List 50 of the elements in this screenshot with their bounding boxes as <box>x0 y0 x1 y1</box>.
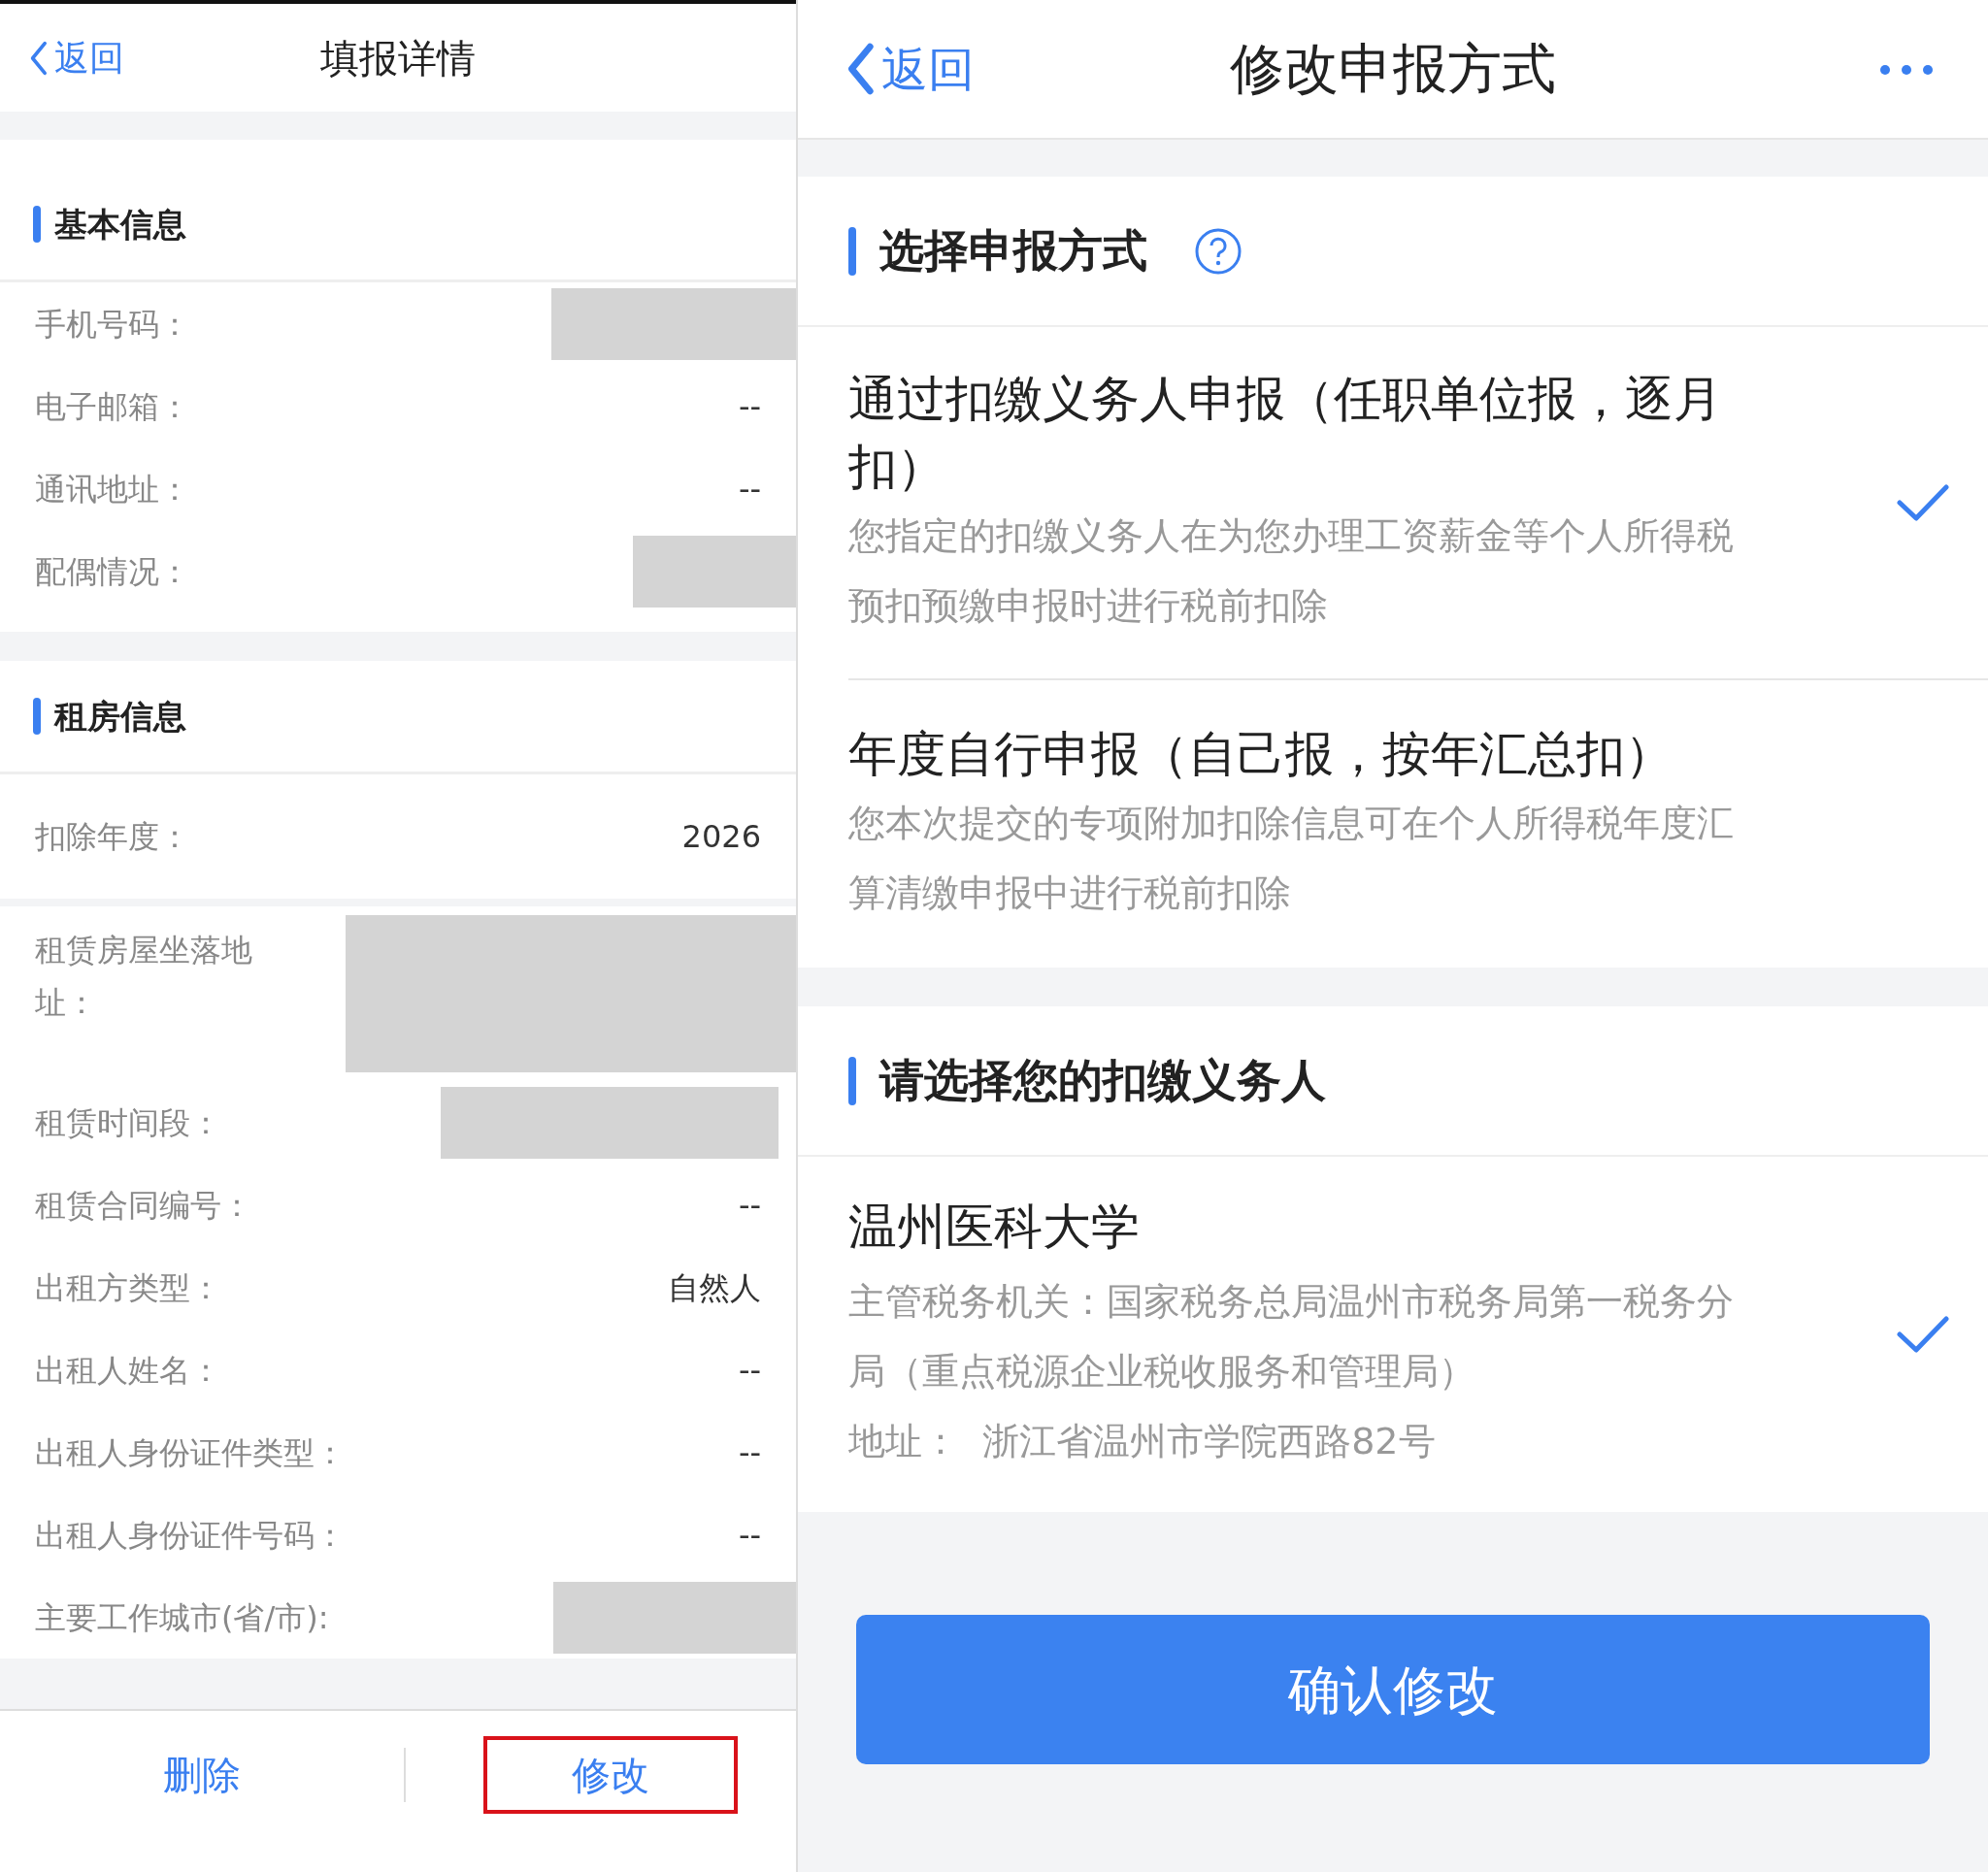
field-label: 租赁时间段： <box>35 1102 221 1143</box>
section-marker <box>848 226 856 276</box>
field-label: 配偶情况： <box>35 551 190 592</box>
option-check[interactable] <box>1897 483 1949 522</box>
field-label: 主要工作城市(省/市): <box>35 1597 329 1638</box>
checkmark-icon <box>1897 1315 1949 1354</box>
agent-check[interactable] <box>1897 1315 1949 1354</box>
option-title: 年度自行申报（自己报，按年汇总扣） <box>848 724 1674 784</box>
section-title: 租房信息 <box>54 695 186 738</box>
field-value: 2026 <box>681 817 762 857</box>
back-chevron-icon <box>29 40 49 76</box>
help-icon[interactable] <box>1194 226 1242 276</box>
back-link[interactable]: 返回 <box>29 31 124 84</box>
section-title: 选择申报方式 <box>879 223 1147 279</box>
field-label: 扣除年度： <box>35 817 190 857</box>
page-title: 修改申报方式 <box>1230 36 1556 102</box>
field-label: 出租方类型： <box>35 1267 221 1308</box>
option-description: 您指定的扣缴义务人在为您办理工资薪金等个人所得税预扣预缴申报时进行税前扣除 <box>848 512 1735 629</box>
section-title: 请选择您的扣缴义务人 <box>879 1053 1326 1108</box>
field-label: 租赁房屋坐落地址： <box>35 931 253 1024</box>
section-marker <box>33 206 41 243</box>
field-value: -- <box>738 1185 762 1226</box>
section-marker <box>848 1056 856 1105</box>
field-value: 自然人 <box>668 1267 762 1308</box>
field-label: 通讯地址： <box>35 469 190 509</box>
field-value: -- <box>738 1432 762 1473</box>
action-button[interactable]: 修改 <box>483 1736 738 1814</box>
section-title: 基本信息 <box>54 203 186 246</box>
back-chevron-icon <box>846 43 876 95</box>
field-label: 电子邮箱： <box>35 386 190 427</box>
option-description: 您本次提交的专项附加扣除信息可在个人所得税年度汇算清缴申报中进行税前扣除 <box>848 800 1735 916</box>
field-label: 出租人身份证件类型： <box>35 1432 346 1473</box>
confirm-button[interactable]: 确认修改 <box>856 1615 1930 1764</box>
field-value: -- <box>738 1515 762 1556</box>
agent-name: 温州医科大学 <box>848 1197 1141 1257</box>
field-label: 出租人姓名： <box>35 1350 221 1391</box>
field-label: 租赁合同编号： <box>35 1185 252 1226</box>
checkmark-icon <box>1897 483 1949 522</box>
field-value: -- <box>738 1350 762 1391</box>
field-value: -- <box>738 386 762 427</box>
section-marker <box>33 698 41 735</box>
back-link[interactable]: 返回 <box>846 34 975 104</box>
field-label: 出租人身份证件号码： <box>35 1515 346 1556</box>
option-title: 通过扣缴义务人申报（任职单位报，逐月扣） <box>848 369 1723 497</box>
field-value: -- <box>738 469 762 509</box>
page-title: 填报详情 <box>320 34 476 82</box>
field-label: 手机号码： <box>35 304 190 345</box>
action-button[interactable]: 删除 <box>0 1736 404 1814</box>
address-text: 地址： 浙江省温州市学院西路82号 <box>848 1419 1437 1465</box>
tax-office-text: 主管税务机关：国家税务总局温州市税务局第一税务分局（重点税源企业税收服务和管理局） <box>848 1278 1735 1395</box>
